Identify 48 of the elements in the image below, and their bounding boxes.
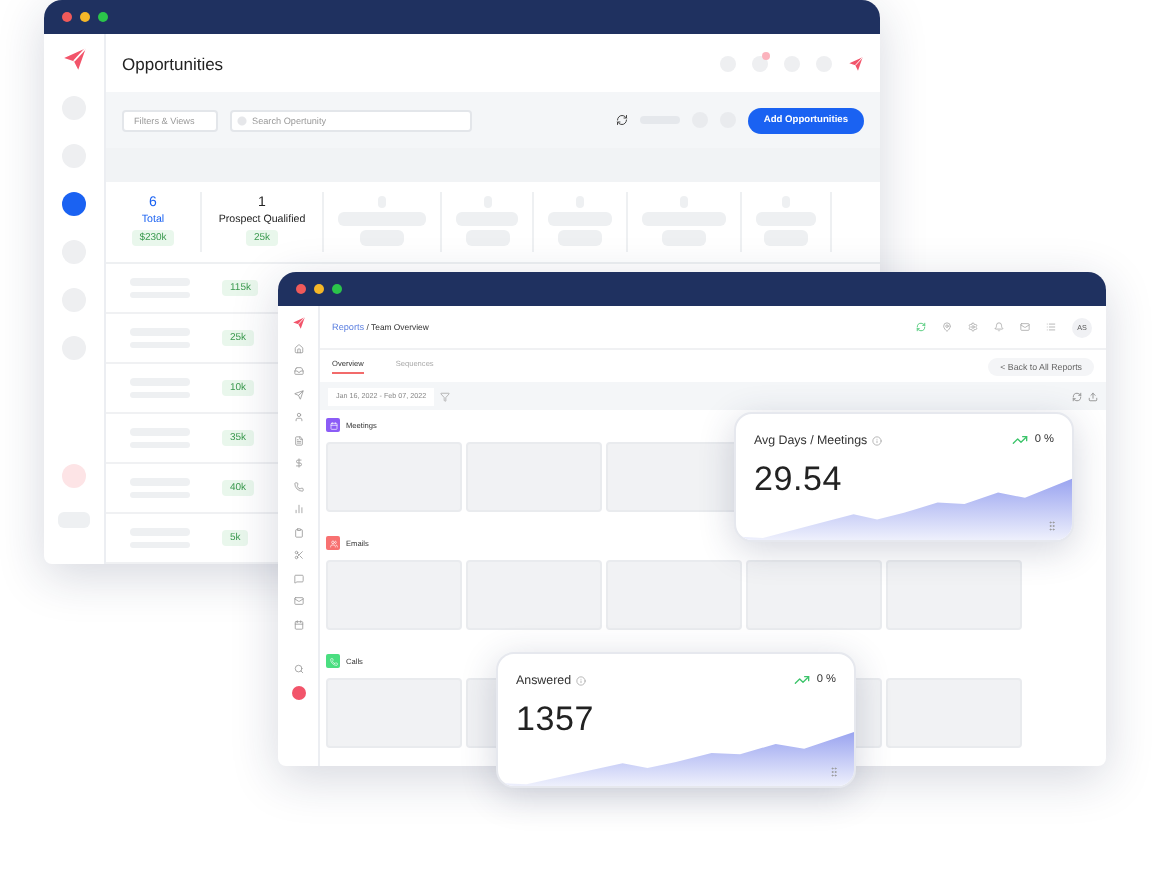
nav-icon[interactable] [293,412,303,422]
paper-plane-icon [848,55,864,72]
minimize-dot[interactable] [314,284,324,294]
metric-tile [746,560,882,630]
nav-icon[interactable] [293,481,303,491]
paper-plane-icon [61,46,87,72]
notification-badge [762,51,770,60]
info-icon [575,675,586,685]
nav-icon[interactable] [293,343,303,353]
notification-icon[interactable] [752,55,768,72]
info-icon [871,435,882,445]
maximize-dot[interactable] [332,284,342,294]
close-dot[interactable] [296,284,306,294]
metric-tile [886,560,1022,630]
export-icon[interactable] [1088,391,1098,401]
trend-up-icon [794,672,811,688]
close-dot[interactable] [62,12,72,22]
nav-icon[interactable] [293,527,303,537]
nav-icon[interactable] [293,573,303,583]
nav-icon[interactable] [293,435,303,445]
refresh-icon[interactable] [615,114,628,127]
nav-icon[interactable] [293,596,303,606]
sidebar-item[interactable] [62,192,86,216]
minimize-dot[interactable] [80,12,90,22]
nav-icon[interactable] [293,458,303,468]
metric-value: 1357 [514,698,597,740]
pin-icon[interactable] [942,322,952,332]
sync-icon[interactable] [916,322,926,332]
list-icon[interactable] [1046,322,1056,332]
mail-icon[interactable] [1020,322,1030,332]
nav-icon[interactable] [293,619,303,629]
page-title: Opportunities [122,53,224,74]
metric-value: 29.54 [752,458,845,500]
metric-tile [606,560,742,630]
nav-icon[interactable] [293,550,303,560]
nav-icon[interactable] [293,504,303,514]
settings-icon[interactable] [968,322,978,332]
nav-icon[interactable] [293,366,303,376]
paper-plane-icon [291,316,305,330]
metric-tile [886,678,1022,748]
filter-icon[interactable] [440,391,451,401]
trend-up-icon [1012,432,1029,448]
upgrade-icon[interactable] [291,686,305,700]
nav-icon[interactable] [293,389,303,399]
search-icon[interactable] [293,663,303,673]
metric-tile [466,560,602,630]
bell-icon[interactable] [994,322,1004,332]
maximize-dot[interactable] [98,12,108,22]
